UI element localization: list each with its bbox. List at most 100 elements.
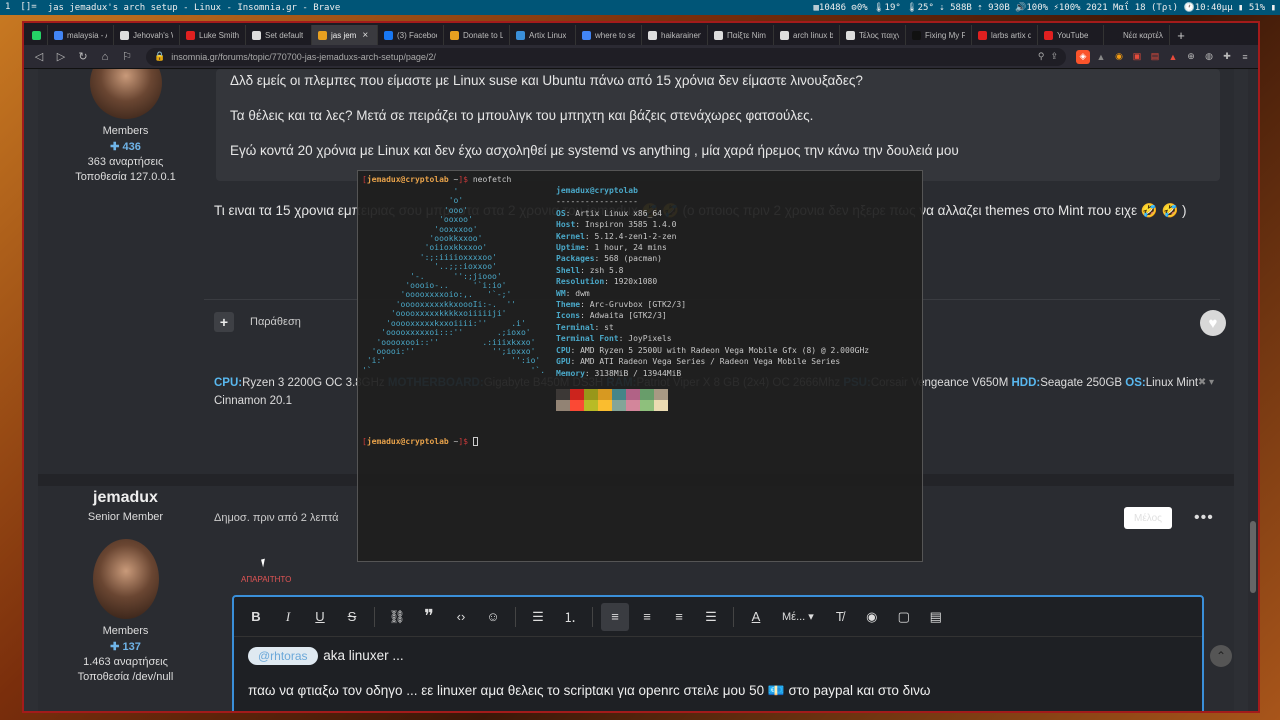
tab-label: YouTube bbox=[1057, 30, 1089, 40]
bullet-list-icon[interactable]: ☰ bbox=[524, 603, 552, 631]
italic-icon[interactable]: I bbox=[274, 603, 302, 631]
neofetch-row: Terminal: st bbox=[556, 322, 869, 333]
scroll-to-top-icon[interactable]: ⌃ bbox=[1210, 645, 1232, 667]
signature-controls-icon[interactable]: ✖ ▾ bbox=[1198, 374, 1214, 392]
tab-16[interactable]: YouTube bbox=[1038, 25, 1104, 45]
tab-favicon-icon bbox=[120, 30, 129, 40]
post-options-icon[interactable]: ••• bbox=[1194, 509, 1214, 527]
tab-17[interactable]: Νέα καρτέλα bbox=[1104, 25, 1170, 45]
editor-content[interactable]: @rhtoras aka linuxer ... παω να φτιαξω τ… bbox=[234, 637, 1202, 711]
tab-close-icon[interactable]: × bbox=[362, 30, 368, 41]
underline-icon[interactable]: U bbox=[306, 603, 334, 631]
editor-line: παω να φτιαξω τον οδηγο ... εε linuxer α… bbox=[248, 683, 931, 698]
user-mention[interactable]: @rhtoras bbox=[248, 647, 318, 665]
terminal-window[interactable]: [jemadux@cryptolab ~]$ neofetch ' 'o' 'o… bbox=[357, 170, 923, 562]
multiquote-button[interactable]: + bbox=[214, 311, 234, 332]
reply-editor[interactable]: B I U S ⛓ ❞ ‹› ☺ ☰ ⒈ ≡ ≡ ≡ ☰ A Μέ... ▾ T… bbox=[232, 595, 1204, 711]
preview-icon[interactable]: ◉ bbox=[858, 603, 886, 631]
align-right-icon[interactable]: ≡ bbox=[665, 603, 693, 631]
text-color-icon[interactable]: A bbox=[742, 603, 770, 631]
align-center-icon[interactable]: ≡ bbox=[633, 603, 661, 631]
color-swatch bbox=[556, 400, 570, 411]
rss-icon[interactable]: ◉ bbox=[1112, 50, 1126, 64]
like-icon[interactable]: ♥ bbox=[1200, 310, 1226, 336]
editor-toolbar: B I U S ⛓ ❞ ‹› ☺ ☰ ⒈ ≡ ≡ ≡ ☰ A Μέ... ▾ T… bbox=[234, 597, 1202, 637]
address-bar[interactable]: 🔒 insomnia.gr/forums/topic/770700-jas-je… bbox=[146, 47, 1066, 66]
reload-icon[interactable]: ↻ bbox=[74, 48, 92, 66]
avatar[interactable] bbox=[92, 539, 159, 619]
neofetch-value: AMD Ryzen 5 2500U with Radeon Vega Mobil… bbox=[580, 345, 870, 355]
scrollbar[interactable] bbox=[1248, 69, 1258, 711]
justify-icon[interactable]: ☰ bbox=[697, 603, 725, 631]
scrollbar-thumb[interactable] bbox=[1250, 521, 1256, 593]
neofetch-separator: : bbox=[565, 208, 576, 218]
post-count: 1.463 αναρτήσεις bbox=[83, 656, 168, 668]
tab-14[interactable]: Fixing My F bbox=[906, 25, 972, 45]
member-badge-button[interactable]: Μέλος bbox=[1124, 507, 1172, 529]
url-text[interactable]: insomnia.gr/forums/topic/770700-jas-jema… bbox=[171, 52, 1032, 62]
quote-button[interactable]: Παράθεση bbox=[250, 316, 301, 328]
tab-12[interactable]: arch linux b bbox=[774, 25, 840, 45]
layout-indicator[interactable]: []= bbox=[15, 0, 41, 15]
color-swatch bbox=[654, 389, 668, 400]
emoji-icon[interactable]: ☺ bbox=[479, 603, 507, 631]
forward-icon[interactable]: ▷ bbox=[52, 48, 70, 66]
color-swatch bbox=[612, 400, 626, 411]
bookmark-icon[interactable]: ⚐ bbox=[118, 48, 136, 66]
plus-icon: ✚ bbox=[110, 141, 123, 153]
tab-2[interactable]: Jehovah's W bbox=[114, 25, 180, 45]
tab-9[interactable]: where to se bbox=[576, 25, 642, 45]
plus-icon: ✚ bbox=[110, 641, 123, 653]
tab-5[interactable]: jas jem × bbox=[312, 25, 378, 45]
tab-favicon-icon bbox=[54, 30, 63, 40]
tab-7[interactable]: Donate to L bbox=[444, 25, 510, 45]
tab-0[interactable] bbox=[26, 25, 48, 45]
tab-4[interactable]: Set default bbox=[246, 25, 312, 45]
toolbar-divider bbox=[592, 606, 593, 627]
neofetch-key: Uptime bbox=[556, 243, 585, 253]
menu-icon[interactable]: ≡ bbox=[1238, 50, 1252, 64]
extension-4-icon[interactable]: ⊕ bbox=[1184, 50, 1198, 64]
home-icon[interactable]: ⌂ bbox=[96, 48, 114, 66]
clear-format-icon[interactable]: T̸ bbox=[826, 603, 854, 631]
share-icon[interactable]: ⇪ bbox=[1050, 51, 1058, 62]
source-icon[interactable]: ▢ bbox=[890, 603, 918, 631]
strikethrough-icon[interactable]: S bbox=[338, 603, 366, 631]
zoom-icon[interactable]: ⚲ bbox=[1038, 51, 1045, 62]
tab-13[interactable]: Τέλος παιχν bbox=[840, 25, 906, 45]
tab-8[interactable]: Artix Linux bbox=[510, 25, 576, 45]
color-swatch bbox=[640, 400, 654, 411]
bold-icon[interactable]: B bbox=[242, 603, 270, 631]
brave-shields-icon[interactable]: ◈ bbox=[1076, 49, 1090, 64]
paste-icon[interactable]: ▤ bbox=[922, 603, 950, 631]
tab-10[interactable]: haikarainen bbox=[642, 25, 708, 45]
quote-icon[interactable]: ❞ bbox=[415, 603, 443, 631]
neofetch-value: Adwaita [GTK2/3] bbox=[589, 311, 667, 321]
numbered-list-icon[interactable]: ⒈ bbox=[556, 603, 584, 631]
neofetch-value: st bbox=[604, 322, 614, 332]
tab-11[interactable]: Παίξτε Nim bbox=[708, 25, 774, 45]
author-name[interactable]: jemadux bbox=[38, 489, 213, 507]
tab-favicon-icon bbox=[714, 30, 723, 40]
extension-icon[interactable]: ▣ bbox=[1130, 50, 1144, 64]
link-icon[interactable]: ⛓ bbox=[383, 603, 411, 631]
tab-15[interactable]: larbs artix d bbox=[972, 25, 1038, 45]
code-icon[interactable]: ‹› bbox=[447, 603, 475, 631]
font-size-dropdown[interactable]: Μέ... ▾ bbox=[774, 610, 822, 623]
extension-5-icon[interactable]: ◍ bbox=[1202, 50, 1216, 64]
new-tab-button[interactable]: + bbox=[1170, 25, 1192, 45]
tab-1[interactable]: malaysia - A bbox=[48, 25, 114, 45]
tab-label: Donate to L bbox=[463, 30, 503, 40]
rewards-icon[interactable]: ▲ bbox=[1094, 50, 1108, 64]
align-left-icon[interactable]: ≡ bbox=[601, 602, 629, 631]
extensions-puzzle-icon[interactable]: ✚ bbox=[1220, 50, 1234, 64]
terminal-cursor bbox=[472, 437, 478, 446]
back-icon[interactable]: ◁ bbox=[30, 48, 48, 66]
avatar[interactable] bbox=[89, 69, 162, 119]
tab-label: where to se bbox=[595, 30, 635, 40]
workspace-tag[interactable]: 1 bbox=[0, 0, 15, 15]
tab-6[interactable]: (3) Faceboo bbox=[378, 25, 444, 45]
extension-2-icon[interactable]: ▤ bbox=[1148, 50, 1162, 64]
tab-3[interactable]: Luke Smith bbox=[180, 25, 246, 45]
extension-3-icon[interactable]: ▲ bbox=[1166, 50, 1180, 64]
